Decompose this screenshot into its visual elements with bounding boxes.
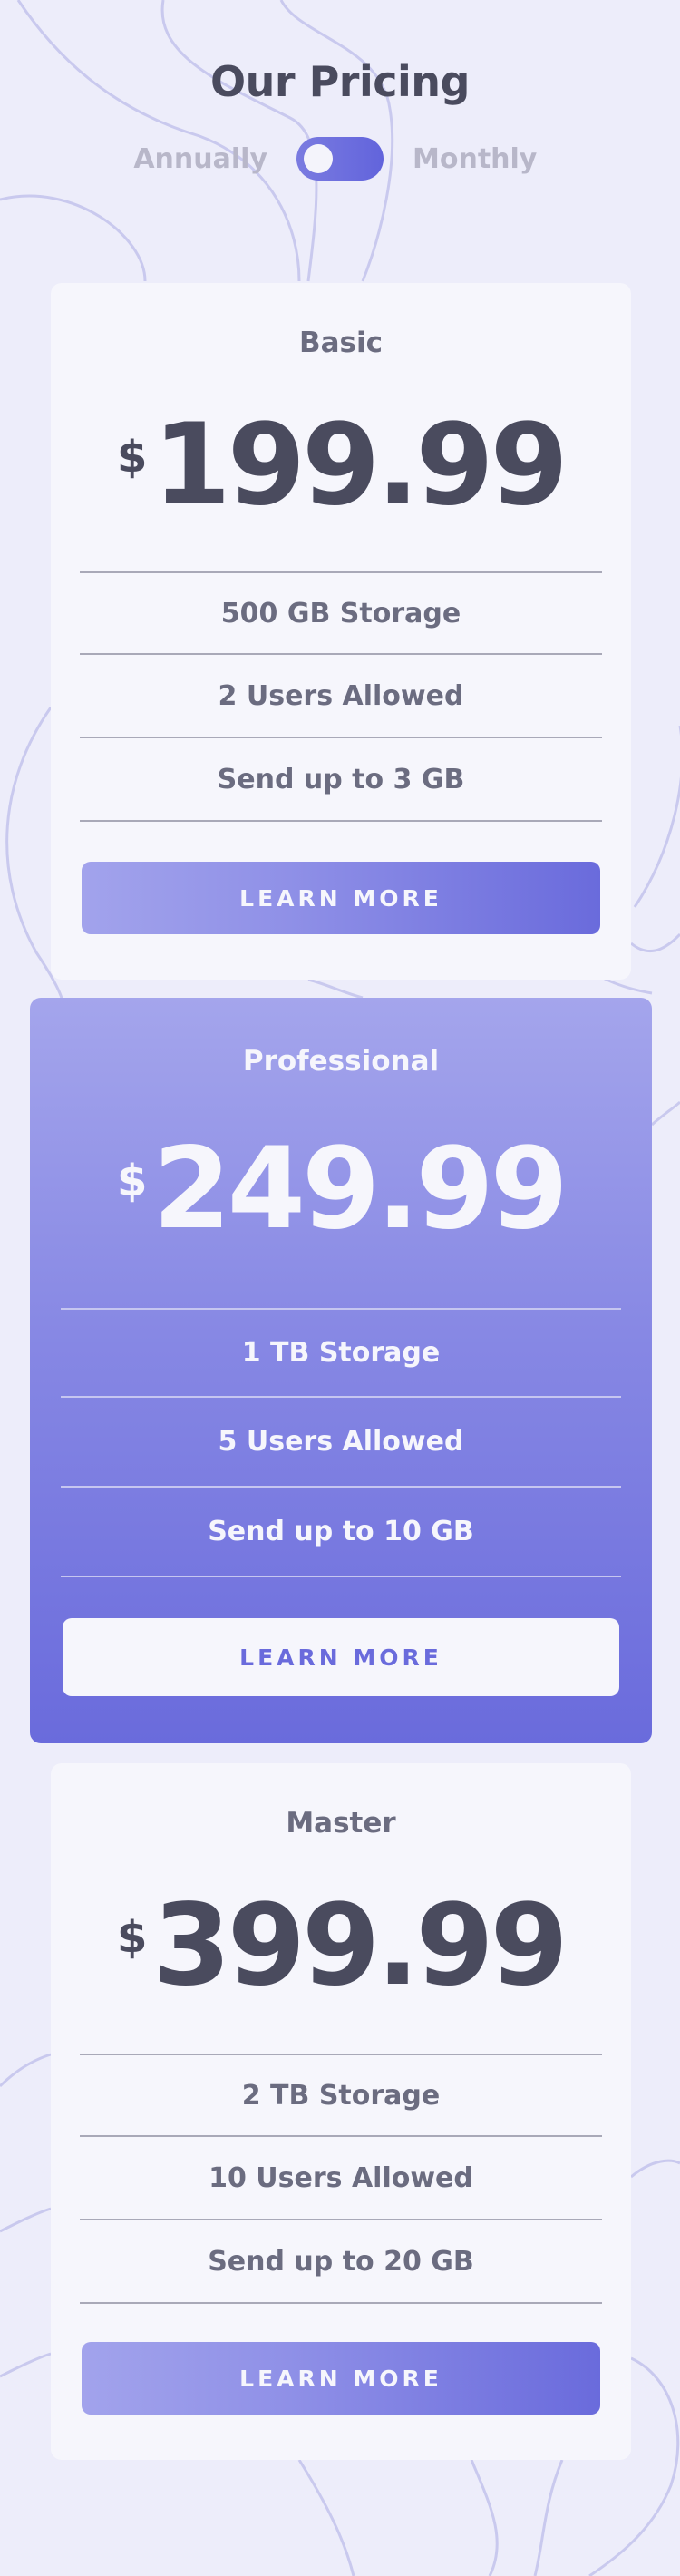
feature-list: 500 GB Storage 2 Users Allowed Send up t… <box>80 571 602 822</box>
price-amount: 249.99 <box>152 1124 568 1254</box>
feature-list: 2 TB Storage 10 Users Allowed Send up to… <box>80 2054 602 2304</box>
feature-item: 5 Users Allowed <box>61 1398 621 1488</box>
feature-item: 2 Users Allowed <box>80 655 602 738</box>
price-amount: 199.99 <box>152 400 568 531</box>
feature-item: 2 TB Storage <box>80 2054 602 2137</box>
plan-name: Professional <box>242 1045 440 1078</box>
feature-list: 1 TB Storage 5 Users Allowed Send up to … <box>61 1308 621 1577</box>
plan-price: $ 199.99 <box>51 406 631 524</box>
page-title: Our Pricing <box>210 57 470 106</box>
plan-name: Basic <box>298 327 383 359</box>
pricing-card-master: Master $ 399.99 2 TB Storage 10 Users Al… <box>51 1763 631 2460</box>
feature-item: Send up to 20 GB <box>80 2220 602 2304</box>
feature-item: 1 TB Storage <box>61 1308 621 1398</box>
feature-item: Send up to 3 GB <box>80 738 602 822</box>
toggle-label-monthly[interactable]: Monthly <box>413 143 558 175</box>
pricing-header: Our Pricing <box>0 54 680 109</box>
billing-toggle-row: Annually Monthly <box>0 134 680 183</box>
pricing-card-basic: Basic $ 199.99 500 GB Storage 2 Users Al… <box>51 283 631 980</box>
learn-more-button-basic[interactable]: LEARN MORE <box>82 862 600 934</box>
currency-symbol: $ <box>117 1156 148 1206</box>
feature-item: 10 Users Allowed <box>80 2137 602 2220</box>
plan-name: Master <box>286 1807 396 1839</box>
toggle-label-annually[interactable]: Annually <box>122 143 267 175</box>
feature-item: Send up to 10 GB <box>61 1488 621 1577</box>
plan-price: $ 249.99 <box>30 1130 652 1248</box>
learn-more-button-master[interactable]: LEARN MORE <box>82 2342 600 2415</box>
billing-period-toggle[interactable] <box>296 137 384 181</box>
currency-symbol: $ <box>117 432 148 483</box>
learn-more-button-professional[interactable]: LEARN MORE <box>63 1618 619 1696</box>
price-amount: 399.99 <box>152 1880 568 2011</box>
currency-symbol: $ <box>117 1912 148 1963</box>
pricing-card-professional: Professional $ 249.99 1 TB Storage 5 Use… <box>30 998 652 1743</box>
toggle-knob <box>304 144 333 173</box>
plan-price: $ 399.99 <box>51 1887 631 2005</box>
feature-item: 500 GB Storage <box>80 571 602 655</box>
